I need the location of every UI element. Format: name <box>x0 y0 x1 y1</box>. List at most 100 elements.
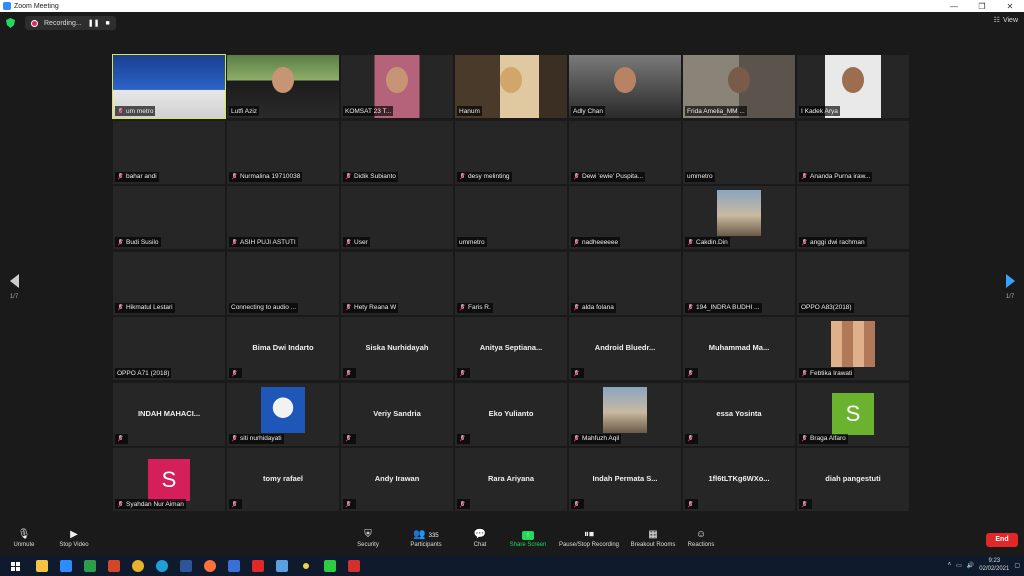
end-meeting-button[interactable]: End <box>986 533 1018 547</box>
encryption-shield-icon[interactable] <box>6 18 15 28</box>
participant-tile[interactable]: Hety Reana W <box>341 251 453 315</box>
participants-button[interactable]: 👥 335 Participants <box>404 528 448 548</box>
zoom-taskbar-icon[interactable] <box>54 556 78 576</box>
stop-recording-icon[interactable]: ■ <box>105 20 109 27</box>
previous-page-button[interactable]: 1/7 <box>4 274 24 300</box>
participant-tile[interactable]: diah pangestuti <box>797 448 909 511</box>
participant-tile[interactable]: nadheeeeee <box>569 186 681 249</box>
share-screen-button[interactable]: ↑ Share Screen <box>506 528 550 548</box>
clock-date: 02/02/2021 <box>979 566 1010 572</box>
chat-icon: 💬 <box>473 529 487 540</box>
window-title: Zoom Meeting <box>14 2 59 10</box>
participant-tile[interactable]: OPPO A71 (2018) <box>113 317 225 380</box>
participant-tile[interactable]: Eko Yulianto <box>455 382 567 446</box>
participant-tile[interactable]: Ananda Purna iraw... <box>797 120 909 184</box>
participant-tile[interactable]: ummetro <box>455 186 567 249</box>
participant-tile[interactable]: Faris R. <box>455 251 567 315</box>
participant-tile[interactable]: Adly Chan <box>569 55 681 118</box>
participant-tile[interactable]: Andy Irawan <box>341 448 453 511</box>
participant-tile[interactable]: KOMSAT 23 T... <box>341 55 453 118</box>
arrow-right-icon <box>1005 274 1015 288</box>
chat-button[interactable]: 💬 Chat <box>468 528 492 548</box>
participants-icon: 👥 335 <box>413 529 439 540</box>
participant-tile[interactable]: Hanum <box>455 55 567 118</box>
minimize-button[interactable]: — <box>940 2 968 11</box>
participant-tile[interactable]: Frida Amelia_MM ... <box>683 55 795 118</box>
spreadsheet-app-icon[interactable] <box>78 556 102 576</box>
app-circle-icon[interactable] <box>294 556 318 576</box>
firefox-icon[interactable] <box>198 556 222 576</box>
windows-start-icon[interactable] <box>0 556 30 576</box>
participant-tile[interactable]: ummetro <box>683 120 795 184</box>
app-grid-icon[interactable] <box>270 556 294 576</box>
participant-tile[interactable]: Rara Ariyana <box>455 448 567 511</box>
participant-tile[interactable]: Didik Subianto <box>341 120 453 184</box>
view-button[interactable]: ☷ View <box>994 16 1018 25</box>
participant-tile[interactable]: 194_INDRA BUDHI ... <box>683 251 795 315</box>
security-button[interactable]: ⛨ Security <box>352 528 384 548</box>
participant-tile[interactable]: I Kadek Arya <box>797 55 909 118</box>
participant-tile[interactable]: Veriy Sandria <box>341 382 453 446</box>
participant-name: 194_INDRA BUDHI ... <box>696 304 760 311</box>
participant-tile[interactable]: siti nurhidayati <box>227 382 339 446</box>
participant-tile[interactable]: Lutfi Aziz <box>227 55 339 118</box>
participant-tile[interactable]: Muhammad Ma... <box>683 317 795 380</box>
participant-tile[interactable]: INDAH MAHACI... <box>113 382 225 446</box>
participant-tile[interactable]: essa Yosinta <box>683 382 795 446</box>
mic-muted-icon <box>345 500 351 508</box>
participant-face <box>614 67 636 93</box>
view-label: View <box>1002 16 1018 24</box>
participant-tile[interactable]: Siska Nurhidayah <box>341 317 453 380</box>
breakout-rooms-button[interactable]: ▦ Breakout Rooms <box>628 528 678 548</box>
app-slash-icon[interactable] <box>222 556 246 576</box>
participant-tile[interactable]: Anitya Septiana... <box>455 317 567 380</box>
participant-tile[interactable]: alda folana <box>569 251 681 315</box>
participant-tile[interactable]: um metro <box>112 54 226 119</box>
participant-tile[interactable]: Hikmatul Lestari <box>113 251 225 315</box>
participant-tile[interactable]: S Braga Alfaro <box>797 382 909 446</box>
participant-label: ASIH PUJI ASTUTI <box>229 237 298 247</box>
participant-tile[interactable]: Febtika Irawati <box>797 317 909 380</box>
participant-tile[interactable]: S Syahdan Nur Aiman <box>113 448 225 511</box>
mic-muted-icon <box>231 238 237 246</box>
participant-tile[interactable]: 1fl6tLTKg6WXo... <box>683 448 795 511</box>
clock[interactable]: 9:23 02/02/2021 <box>979 557 1009 573</box>
unmute-button[interactable]: 🎙 Unmute <box>8 528 40 548</box>
chrome-icon[interactable] <box>126 556 150 576</box>
participant-tile[interactable]: Cakdin.Din <box>683 186 795 249</box>
participant-tile[interactable]: anggi dwi rachman <box>797 186 909 249</box>
reactions-button[interactable]: ☺ Reactions <box>684 528 718 548</box>
participant-tile[interactable]: Budi Susilo <box>113 186 225 249</box>
stop-video-button[interactable]: ▶ Stop Video <box>54 528 94 548</box>
app-triangle-icon[interactable] <box>318 556 342 576</box>
participant-tile[interactable]: Dewi 'ewie' Puspita... <box>569 120 681 184</box>
pdf-reader-icon[interactable] <box>342 556 366 576</box>
notifications-icon[interactable]: ▢ <box>1014 562 1020 569</box>
participant-tile[interactable]: bahar andi <box>113 120 225 184</box>
pause-recording-button[interactable]: ⏸⏹ Pause/Stop Recording <box>556 528 622 548</box>
tray-chevron-icon[interactable]: ˄ <box>948 562 952 568</box>
participant-tile[interactable]: ASIH PUJI ASTUTI <box>227 186 339 249</box>
app-red-icon[interactable] <box>246 556 270 576</box>
participant-tile[interactable]: Connecting to audio ... <box>227 251 339 315</box>
participant-tile[interactable]: User <box>341 186 453 249</box>
edge-icon[interactable] <box>150 556 174 576</box>
network-icon[interactable]: ▭ <box>956 562 962 569</box>
participant-tile[interactable]: Android Bluedr... <box>569 317 681 380</box>
participant-tile[interactable]: Bima Dwi Indarto <box>227 317 339 380</box>
participant-tile[interactable]: Mahfuzh Aqil <box>569 382 681 446</box>
participant-tile[interactable]: Nurmalina 19710038 <box>227 120 339 184</box>
participant-tile[interactable]: desy melinting <box>455 120 567 184</box>
participant-tile[interactable]: OPPO A83(2018) <box>797 251 909 315</box>
file-explorer-icon[interactable] <box>30 556 54 576</box>
participant-tile[interactable]: tomy rafael <box>227 448 339 511</box>
pause-recording-icon[interactable]: ❚❚ <box>88 19 100 27</box>
powerpoint-icon[interactable] <box>102 556 126 576</box>
volume-icon[interactable]: 🔊 <box>967 562 974 569</box>
next-page-button[interactable]: 1/7 <box>1000 274 1020 300</box>
participant-tile[interactable]: Indah Permata S... <box>569 448 681 511</box>
participant-name: Faris R. <box>468 304 491 311</box>
word-icon[interactable] <box>174 556 198 576</box>
close-button[interactable]: ✕ <box>996 2 1024 11</box>
restore-button[interactable]: ❐ <box>968 2 996 11</box>
